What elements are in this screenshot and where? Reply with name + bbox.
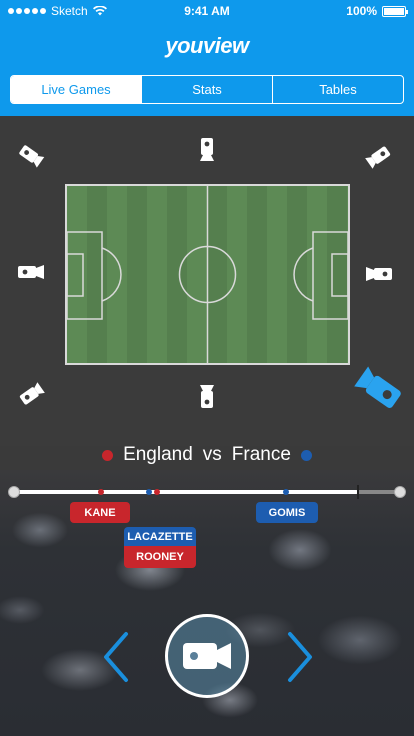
video-camera-button[interactable] — [165, 614, 249, 698]
video-camera-icon — [183, 643, 231, 669]
segmented-tabs: Live Games Stats Tables — [10, 75, 404, 104]
camera-top-right-icon[interactable] — [364, 142, 394, 172]
event-badge-lacazette[interactable]: LACAZETTE — [124, 527, 196, 546]
tab-stats[interactable]: Stats — [141, 76, 272, 103]
event-badge-rooney[interactable]: ROONEY — [124, 546, 196, 568]
timeline-event-marker[interactable] — [146, 489, 153, 495]
match-timeline[interactable] — [8, 485, 406, 499]
home-team-dot — [102, 449, 114, 461]
chevron-left-icon[interactable] — [100, 630, 130, 684]
camera-bottom-right-icon-selected[interactable] — [351, 362, 407, 418]
timeline-start-handle[interactable] — [8, 486, 20, 498]
event-badge-gomis[interactable]: GOMIS — [256, 502, 318, 523]
football-pitch — [65, 184, 350, 365]
stadium-view — [0, 116, 414, 446]
brand-logo: youview — [165, 33, 249, 58]
status-bar: Sketch 9:41 AM 100% — [0, 0, 414, 22]
app-header: Sketch 9:41 AM 100% youview Live Games S… — [0, 0, 414, 116]
timeline-playhead[interactable] — [356, 485, 359, 499]
versus-label: vs — [202, 444, 222, 465]
camera-top-center-icon[interactable] — [192, 134, 222, 164]
battery-info: 100% — [346, 4, 408, 18]
camera-top-left-icon[interactable] — [16, 140, 46, 170]
event-badge-kane[interactable]: KANE — [70, 502, 130, 523]
camera-bottom-left-icon[interactable] — [16, 379, 46, 409]
battery-fill — [384, 7, 404, 15]
away-team: France — [231, 444, 291, 465]
timeline-event-marker[interactable] — [153, 489, 160, 495]
timeline-event-marker[interactable] — [97, 489, 104, 495]
battery-icon — [382, 5, 408, 17]
timeline-end-handle[interactable] — [394, 486, 406, 498]
home-team: England — [123, 444, 193, 465]
camera-bottom-center-icon[interactable] — [192, 382, 222, 412]
match-title: England vs France — [0, 440, 414, 470]
timeline-event-marker[interactable] — [283, 489, 290, 495]
timeline-progress — [14, 490, 358, 494]
camera-middle-left-icon[interactable] — [16, 257, 46, 287]
pitch-lines — [67, 186, 348, 363]
tab-tables[interactable]: Tables — [272, 76, 403, 103]
away-team-dot — [300, 449, 312, 461]
tab-live-games[interactable]: Live Games — [11, 76, 141, 103]
camera-middle-right-icon[interactable] — [364, 259, 394, 289]
battery-label: 100% — [346, 4, 377, 18]
chevron-right-icon[interactable] — [286, 630, 316, 684]
